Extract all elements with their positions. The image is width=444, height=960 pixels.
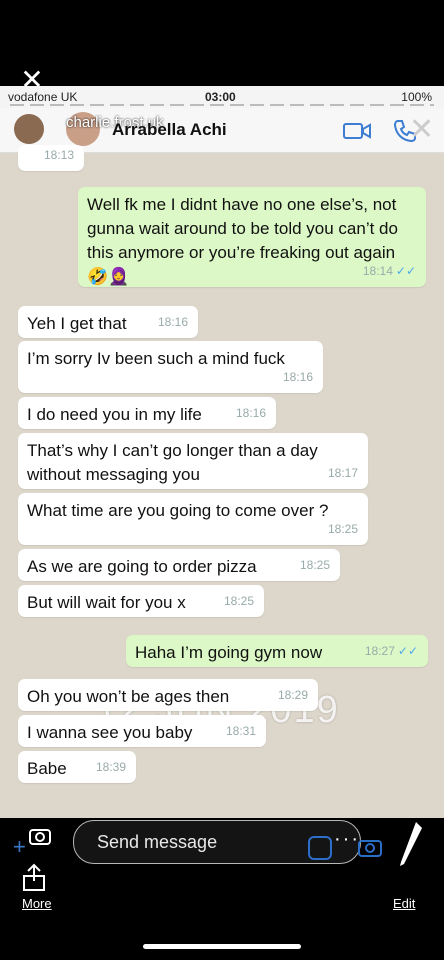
battery-label: 100% [401, 90, 432, 104]
clock: 03:00 [205, 90, 236, 104]
message-bubble: What time are you going to come over ? 1… [18, 493, 368, 545]
reply-composer: + Send message ··· [0, 818, 444, 872]
sticker-icon[interactable] [308, 836, 332, 860]
story-progress [10, 104, 434, 106]
camera-icon[interactable] [28, 825, 52, 847]
message-bubble: I wanna see you baby 18:31 [18, 715, 266, 747]
more-button[interactable]: More [22, 896, 52, 911]
message-bubble: But will wait for you x 18:25 [18, 585, 264, 617]
profile-avatar[interactable] [14, 114, 44, 144]
video-call-icon[interactable] [342, 120, 372, 142]
message-bubble: As we are going to order pizza 18:25 [18, 549, 340, 581]
message-bubble: I do need you in my life 18:16 [18, 397, 276, 429]
message-bubble: I’m sorry Iv been such a mind fuck 18:16 [18, 341, 323, 393]
chat-area: 18:13 Well fk me I didnt have no one els… [0, 145, 444, 872]
whatsapp-screenshot: vodafone UK 03:00 100% charlie.frost.uk … [0, 86, 444, 872]
edit-button[interactable]: Edit [393, 896, 415, 911]
camera-icon[interactable] [357, 836, 383, 858]
message-bubble: Well fk me I didnt have no one else’s, n… [78, 187, 426, 287]
message-bubble: That’s why I can’t go longer than a day … [18, 433, 368, 489]
plus-icon[interactable]: + [13, 834, 26, 860]
message-bubble: Haha I’m going gym now 18:27 ✓✓ [126, 635, 428, 667]
carrier-label: vodafone UK [8, 90, 78, 104]
message-bubble: Yeh I get that 18:16 [18, 306, 198, 338]
message-bubble: Oh you won’t be ages then 18:29 [18, 679, 318, 711]
contact-name[interactable]: Arrabella Achi [112, 120, 227, 140]
home-indicator[interactable] [143, 944, 301, 949]
timestamp-fragment: 18:13 [18, 145, 84, 171]
close-icon: ✕ [409, 113, 435, 146]
message-bubble: Babe 18:39 [18, 751, 136, 783]
pen-icon[interactable] [394, 818, 428, 872]
